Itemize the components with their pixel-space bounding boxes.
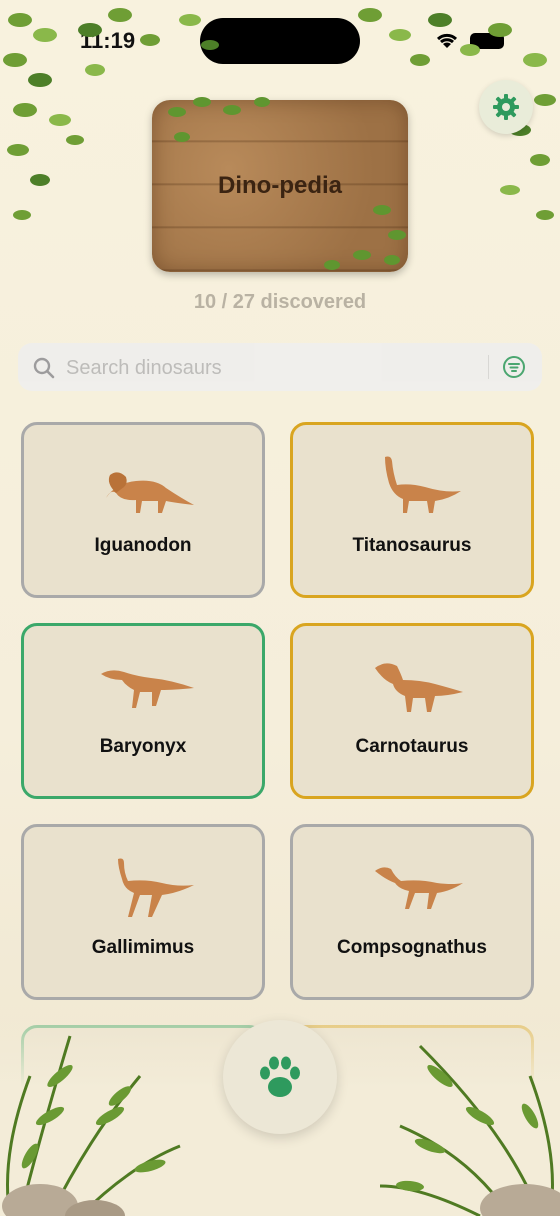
gear-icon bbox=[493, 94, 519, 120]
dino-card-gallimimus[interactable]: Gallimimus bbox=[21, 824, 265, 1000]
dino-name: Titanosaurus bbox=[352, 535, 472, 556]
fern-right-decoration bbox=[379, 1044, 560, 1216]
gallimimus-image bbox=[118, 858, 194, 917]
iguanodon-image bbox=[106, 472, 194, 513]
dino-card-titanosaurus[interactable]: Titanosaurus bbox=[290, 422, 534, 598]
dino-name: Iguanodon bbox=[94, 535, 192, 556]
paw-button[interactable] bbox=[223, 1020, 337, 1134]
search-bar[interactable] bbox=[18, 343, 542, 393]
dino-card-carnotaurus[interactable]: Carnotaurus bbox=[290, 623, 534, 799]
search-divider bbox=[488, 355, 489, 379]
dino-card-iguanodon[interactable]: Iguanodon bbox=[21, 422, 265, 598]
compsognathus-image bbox=[375, 867, 463, 909]
sign-vine-decoration-2 bbox=[324, 205, 406, 270]
dino-name: Baryonyx bbox=[99, 736, 187, 757]
dino-name: Gallimimus bbox=[91, 937, 195, 958]
dino-name: Compsognathus bbox=[337, 937, 487, 958]
dino-card-compsognathus[interactable]: Compsognathus bbox=[290, 824, 534, 1000]
search-input[interactable] bbox=[64, 343, 488, 393]
sign-vine-decoration bbox=[168, 97, 270, 142]
settings-button[interactable] bbox=[479, 80, 533, 134]
discovery-progress: 10 / 27 discovered bbox=[193, 291, 367, 313]
dino-name: Carnotaurus bbox=[355, 736, 469, 757]
title-sign: Dino-pedia bbox=[152, 97, 408, 272]
search-icon bbox=[33, 357, 55, 379]
carnotaurus-image bbox=[375, 663, 463, 712]
dino-card-baryonyx[interactable]: Baryonyx bbox=[21, 623, 265, 799]
filter-icon[interactable] bbox=[502, 355, 526, 379]
baryonyx-image bbox=[101, 670, 194, 708]
paw-icon bbox=[260, 1056, 300, 1097]
titanosaurus-image bbox=[385, 456, 461, 513]
fern-left-decoration bbox=[2, 1035, 181, 1216]
page-title: Dino-pedia bbox=[218, 172, 342, 199]
